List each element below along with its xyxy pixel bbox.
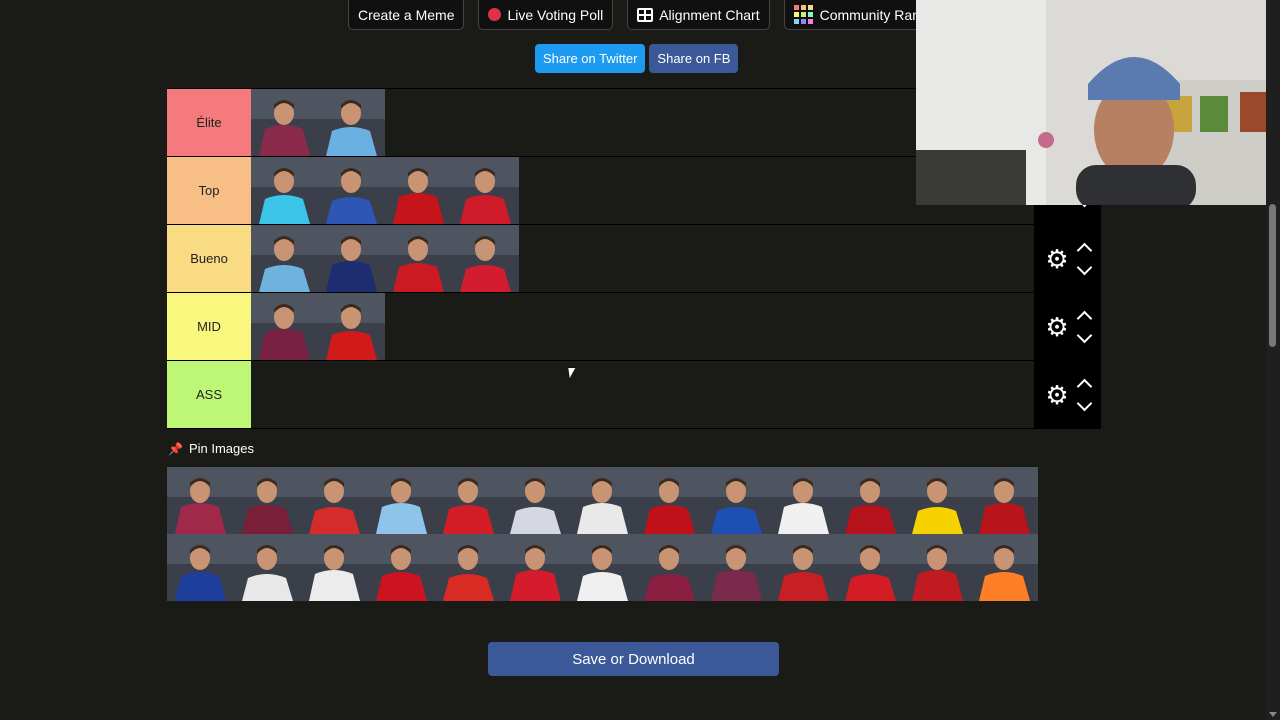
chevron-down-icon[interactable] [1076, 395, 1092, 411]
share-twitter-button[interactable]: Share on Twitter [535, 44, 646, 73]
pool-player-thumbnail[interactable] [703, 467, 770, 534]
pool-player-thumbnail[interactable] [435, 467, 502, 534]
pool-player-thumbnail[interactable] [569, 534, 636, 601]
player-thumbnail[interactable] [318, 225, 385, 292]
scroll-down-arrow-icon[interactable] [1269, 712, 1277, 717]
chevron-down-icon[interactable] [1076, 259, 1092, 275]
top-nav: Create a Meme Live Voting Poll Alignment… [348, 0, 937, 30]
chevron-up-icon[interactable] [1076, 242, 1092, 258]
tier-label[interactable]: ASS [167, 361, 251, 428]
tier-move-arrows [1076, 377, 1092, 413]
player-thumbnail[interactable] [251, 225, 318, 292]
tier-row: MID ⚙ [167, 293, 1101, 361]
pushpin-icon: 📌 [168, 441, 183, 456]
tier-label[interactable]: MID [167, 293, 251, 360]
player-thumbnail[interactable] [251, 157, 318, 224]
create-meme-button[interactable]: Create a Meme [348, 0, 465, 30]
player-thumbnail[interactable] [251, 89, 318, 156]
pin-images-header: 📌 Pin Images [168, 441, 254, 456]
player-thumbnail[interactable] [318, 157, 385, 224]
tier-grid-icon [793, 4, 814, 25]
player-thumbnail[interactable] [452, 225, 519, 292]
gear-icon[interactable]: ⚙ [1045, 382, 1068, 408]
pool-player-thumbnail[interactable] [703, 534, 770, 601]
pool-player-thumbnail[interactable] [971, 467, 1038, 534]
pool-player-thumbnail[interactable] [837, 467, 904, 534]
pool-player-thumbnail[interactable] [301, 467, 368, 534]
record-dot-icon [488, 8, 502, 21]
player-thumbnail[interactable] [251, 293, 318, 360]
tier-row: Bueno ⚙ [167, 225, 1101, 293]
create-meme-label: Create a Meme [358, 6, 455, 23]
save-download-button[interactable]: Save or Download [488, 642, 779, 676]
tier-move-arrows [1076, 309, 1092, 345]
grid-icon [637, 7, 654, 22]
community-rank-label: Community Rank [819, 6, 927, 23]
image-pool [167, 467, 1101, 601]
chevron-up-icon[interactable] [1076, 378, 1092, 394]
live-voting-poll-label: Live Voting Poll [507, 6, 604, 23]
pool-player-thumbnail[interactable] [770, 534, 837, 601]
player-thumbnail[interactable] [318, 293, 385, 360]
pool-player-thumbnail[interactable] [435, 534, 502, 601]
player-thumbnail[interactable] [452, 157, 519, 224]
tier-controls: ⚙ [1034, 225, 1101, 292]
tier-row: ASS ⚙ [167, 361, 1101, 429]
pool-player-thumbnail[interactable] [167, 467, 234, 534]
webcam-overlay [916, 0, 1280, 205]
tier-items[interactable] [251, 225, 1034, 292]
pool-player-thumbnail[interactable] [234, 467, 301, 534]
scrollbar-thumb[interactable] [1269, 204, 1276, 347]
live-voting-poll-button[interactable]: Live Voting Poll [478, 0, 614, 30]
tier-label[interactable]: Élite [167, 89, 251, 156]
pool-player-thumbnail[interactable] [368, 467, 435, 534]
pool-player-thumbnail[interactable] [167, 534, 234, 601]
pool-player-thumbnail[interactable] [636, 534, 703, 601]
pool-player-thumbnail[interactable] [234, 534, 301, 601]
pool-player-thumbnail[interactable] [770, 467, 837, 534]
share-bar: Share on Twitter Share on FB [535, 44, 739, 73]
pool-player-thumbnail[interactable] [904, 467, 971, 534]
player-thumbnail[interactable] [318, 89, 385, 156]
gear-icon[interactable]: ⚙ [1045, 314, 1068, 340]
pool-player-thumbnail[interactable] [971, 534, 1038, 601]
chevron-up-icon[interactable] [1076, 310, 1092, 326]
alignment-chart-button[interactable]: Alignment Chart [627, 0, 770, 30]
tier-items[interactable] [251, 361, 1034, 428]
pool-player-thumbnail[interactable] [368, 534, 435, 601]
pool-player-thumbnail[interactable] [837, 534, 904, 601]
pool-player-thumbnail[interactable] [502, 467, 569, 534]
pool-player-thumbnail[interactable] [502, 534, 569, 601]
player-thumbnail[interactable] [385, 157, 452, 224]
mouse-cursor-icon [568, 368, 577, 378]
tier-items[interactable] [251, 293, 1034, 360]
pool-player-thumbnail[interactable] [301, 534, 368, 601]
scrollbar[interactable] [1266, 0, 1280, 720]
tier-label[interactable]: Top [167, 157, 251, 224]
community-rank-button[interactable]: Community Rank [783, 0, 937, 30]
pool-player-thumbnail[interactable] [636, 467, 703, 534]
tier-controls: ⚙ [1034, 293, 1101, 360]
tier-move-arrows [1076, 241, 1092, 277]
pin-images-label: Pin Images [188, 441, 254, 456]
chevron-down-icon[interactable] [1076, 327, 1092, 343]
gear-icon[interactable]: ⚙ [1045, 246, 1068, 272]
player-thumbnail[interactable] [385, 225, 452, 292]
share-fb-button[interactable]: Share on FB [649, 44, 739, 73]
alignment-chart-label: Alignment Chart [659, 6, 760, 23]
pool-player-thumbnail[interactable] [904, 534, 971, 601]
tier-controls: ⚙ [1034, 361, 1101, 428]
pool-player-thumbnail[interactable] [569, 467, 636, 534]
tier-label[interactable]: Bueno [167, 225, 251, 292]
